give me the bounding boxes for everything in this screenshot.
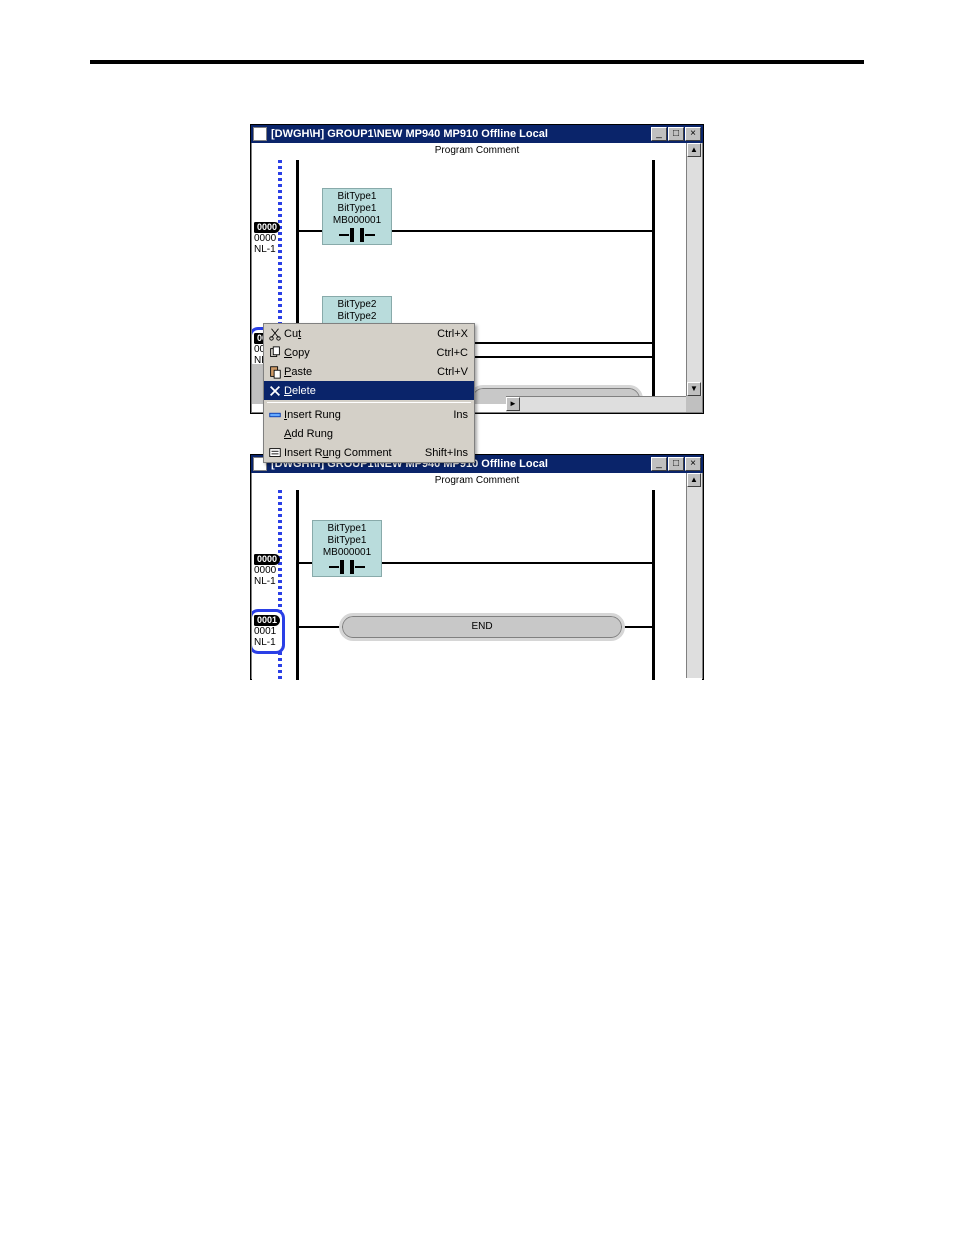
window-buttons: _ □ ×: [651, 127, 701, 141]
menu-label: opy: [292, 347, 310, 359]
menu-shortcut: Ctrl+X: [437, 328, 468, 340]
paste-icon: [266, 365, 284, 379]
rung-number-badge: 0000: [254, 554, 280, 565]
resize-grip[interactable]: [686, 396, 702, 412]
contact-block[interactable]: BitType1 BitType1 MB000001: [322, 188, 392, 245]
ladder-editor-window-1: [DWGH\H] GROUP1\NEW MP940 MP910 Offline …: [250, 124, 704, 414]
menu-item-copy[interactable]: Copy Ctrl+C: [264, 343, 474, 362]
figure-1: [DWGH\H] GROUP1\NEW MP940 MP910 Offline …: [90, 124, 864, 414]
left-bus: [296, 490, 299, 680]
rung-step: 0001: [254, 626, 276, 637]
rung-tag-0001-selected[interactable]: 0001 0001 NL-1: [252, 612, 282, 651]
menu-separator: [267, 402, 471, 403]
rung-step: 0000: [254, 565, 276, 576]
delete-icon: [266, 384, 284, 398]
end-instruction[interactable]: END: [342, 616, 622, 638]
contact-tag: BitType1: [313, 535, 381, 547]
app-icon: [253, 127, 267, 141]
scroll-right-button[interactable]: ►: [506, 397, 520, 411]
program-comment-label: Program Comment: [252, 143, 702, 160]
contact-block[interactable]: BitType1 BitType1 MB000001: [312, 520, 382, 577]
page-rule: [90, 60, 864, 64]
minimize-button[interactable]: _: [651, 457, 667, 471]
menu-label: ng Comment: [329, 447, 392, 459]
menu-label: Insert R: [284, 447, 323, 459]
rung-tag-0000[interactable]: 0000 0000 NL-1: [252, 222, 280, 255]
rung-nest: NL-1: [254, 637, 276, 648]
no-contact-icon: [323, 227, 391, 243]
rung-tag-0000[interactable]: 0000 0000 NL-1: [252, 554, 280, 587]
contact-address: MB000001: [313, 547, 381, 559]
scroll-up-button[interactable]: ▲: [687, 473, 701, 487]
copy-icon: [266, 346, 284, 360]
contact-address: MB000001: [323, 215, 391, 227]
menu-label: nsert Rung: [287, 409, 341, 421]
menu-shortcut: Shift+Ins: [425, 447, 468, 459]
menu-label: dd Rung: [291, 428, 333, 440]
rung-number-badge: 0000: [254, 222, 280, 233]
minimize-button[interactable]: _: [651, 127, 667, 141]
menu-shortcut: Ins: [453, 409, 468, 421]
menu-shortcut: Ctrl+V: [437, 366, 468, 378]
figure-2: [DWGH\H] GROUP1\NEW MP940 MP910 Offline …: [90, 454, 864, 680]
maximize-button[interactable]: □: [668, 127, 684, 141]
titlebar[interactable]: [DWGH\H] GROUP1\NEW MP940 MP910 Offline …: [251, 125, 703, 143]
menu-item-insert-rung[interactable]: Insert Rung Ins: [264, 405, 474, 424]
rung-nest: NL-1: [254, 244, 276, 255]
right-bus: [652, 490, 655, 680]
end-label: END: [471, 621, 492, 632]
rung-number-badge: 0001: [254, 615, 280, 626]
menu-label: Cu: [284, 328, 298, 340]
close-button[interactable]: ×: [685, 127, 701, 141]
no-contact-icon: [313, 559, 381, 575]
menu-item-cut[interactable]: Cut Ctrl+X: [264, 324, 474, 343]
menu-item-paste[interactable]: Paste Ctrl+V: [264, 362, 474, 381]
scroll-down-button[interactable]: ▼: [687, 382, 701, 396]
menu-shortcut: Ctrl+C: [437, 347, 468, 359]
cut-icon: [266, 327, 284, 341]
window-buttons: _ □ ×: [651, 457, 701, 471]
ladder-canvas[interactable]: BitType1 BitType1 MB000001 0000 0000 NL-…: [252, 490, 702, 680]
program-comment-label: Program Comment: [252, 473, 702, 490]
maximize-button[interactable]: □: [668, 457, 684, 471]
window-title: [DWGH\H] GROUP1\NEW MP940 MP910 Offline …: [271, 128, 548, 140]
contact-comment: BitType2: [323, 299, 391, 311]
comment-icon: [266, 446, 284, 460]
contact-tag: BitType2: [323, 311, 391, 323]
right-bus: [652, 160, 655, 404]
contact-tag: BitType1: [323, 203, 391, 215]
menu-item-delete-selected[interactable]: Delete: [264, 381, 474, 400]
rung-nest: NL-1: [254, 576, 276, 587]
rung-step: 0000: [254, 233, 276, 244]
ladder-editor-window-2: [DWGH\H] GROUP1\NEW MP940 MP910 Offline …: [250, 454, 704, 680]
menu-label: aste: [291, 366, 312, 378]
vertical-scrollbar[interactable]: ▲ ▼: [686, 143, 702, 396]
horizontal-scrollbar[interactable]: ◄ ►: [506, 396, 686, 412]
contact-comment: BitType1: [323, 191, 391, 203]
menu-item-add-rung[interactable]: Add Rung: [264, 424, 474, 443]
insert-rung-icon: [266, 408, 284, 422]
contact-comment: BitType1: [313, 523, 381, 535]
menu-label: elete: [292, 385, 316, 397]
scroll-up-button[interactable]: ▲: [687, 143, 701, 157]
context-menu: Cut Ctrl+X Copy Ctrl+C Paste Ctrl+V: [263, 323, 475, 463]
close-button[interactable]: ×: [685, 457, 701, 471]
menu-item-insert-rung-comment[interactable]: Insert Rung Comment Shift+Ins: [264, 443, 474, 462]
vertical-scrollbar[interactable]: ▲: [686, 473, 702, 678]
